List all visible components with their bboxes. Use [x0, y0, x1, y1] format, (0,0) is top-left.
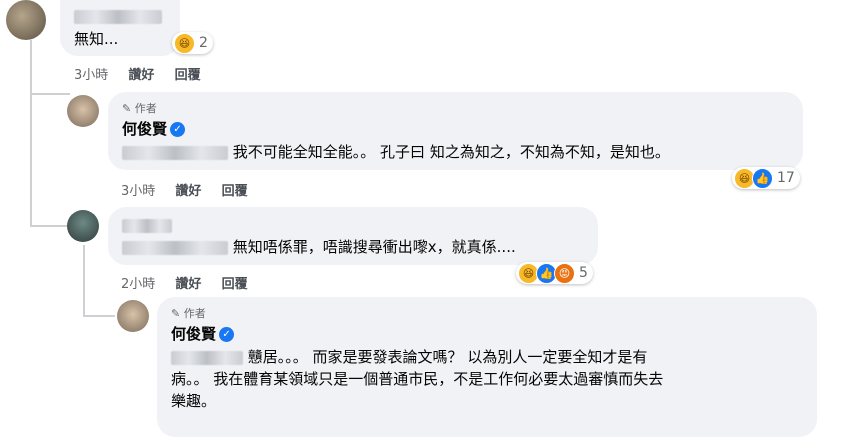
comment-bubble: 無知...: [60, 0, 180, 56]
commenter-name[interactable]: 何俊賢 ✓: [171, 323, 235, 344]
mention-blurred[interactable]: [122, 240, 228, 255]
commenter-name-blurred[interactable]: [122, 215, 172, 234]
thread-line: [30, 225, 70, 227]
reaction-summary[interactable]: 😆 👍 😡 5: [516, 262, 593, 284]
comment-text: 我不可能全知全能。。 孔子曰 知之為知之，不知為不知，是知也。: [122, 141, 670, 163]
comment-text-line: 病。。 我在體育某領域只是一個普通市民，不是工作何必要太過審慎而失去: [171, 370, 664, 388]
comment-text-line: 戇居。。。 而家是要發表論文嗎？ 以為別人一定要全知才是有: [171, 346, 663, 368]
thread-line: [83, 245, 85, 315]
comment-actions: 3小時 讚好 回覆: [121, 180, 264, 199]
verified-badge-icon: ✓: [219, 327, 235, 342]
thread-line: [30, 93, 70, 95]
verified-badge-icon: ✓: [170, 122, 186, 137]
thread-line: [30, 40, 32, 95]
timestamp[interactable]: 3小時: [74, 68, 108, 83]
reaction-count: 17: [777, 170, 795, 186]
angry-reaction-icon: 😡: [554, 262, 575, 284]
timestamp[interactable]: 3小時: [121, 184, 155, 199]
like-button[interactable]: 讚好: [175, 277, 201, 292]
thread-line: [83, 315, 115, 317]
avatar[interactable]: [6, 0, 46, 40]
thread-line: [30, 95, 32, 225]
comment-bubble: ✎ 作者 何俊賢 ✓ 我不可能全知全能。。 孔子曰 知之為知之，不知為不知，是知也…: [108, 92, 803, 170]
avatar[interactable]: [67, 95, 99, 127]
comment-actions: 3小時 讚好 回覆: [74, 64, 217, 83]
timestamp[interactable]: 2小時: [121, 277, 155, 292]
reaction-summary[interactable]: 😆 👍 17: [732, 167, 800, 189]
pencil-icon: ✎: [122, 102, 132, 115]
pencil-icon: ✎: [171, 307, 181, 320]
comment-text: 戇居。。。 而家是要發表論文嗎？ 以為別人一定要全知才是有 病。。 我在體育某領…: [171, 346, 663, 412]
comment-text: 無知唔係罪，唔識搜尋衝出嚟x，就真係....: [122, 236, 516, 258]
comment-bubble: ✎ 作者 何俊賢 ✓ 戇居。。。 而家是要發表論文嗎？ 以為別人一定要全知才是有 …: [157, 297, 817, 437]
comment-actions: 2小時 讚好 回覆: [121, 273, 264, 292]
reply-button[interactable]: 回覆: [222, 277, 248, 292]
comment-text-line: 樂趣。: [171, 392, 217, 410]
avatar[interactable]: [67, 210, 99, 242]
reply-button[interactable]: 回覆: [175, 68, 201, 83]
reaction-count: 5: [579, 265, 588, 281]
author-badge: ✎ 作者: [171, 307, 206, 320]
mention-blurred[interactable]: [122, 145, 228, 160]
like-button[interactable]: 讚好: [175, 184, 201, 199]
comment-bubble: 無知唔係罪，唔識搜尋衝出嚟x，就真係....: [108, 207, 598, 265]
like-button[interactable]: 讚好: [128, 68, 154, 83]
like-reaction-icon: 👍: [752, 167, 773, 189]
reply-button[interactable]: 回覆: [222, 184, 248, 199]
commenter-name[interactable]: 何俊賢 ✓: [122, 118, 186, 139]
avatar[interactable]: [117, 300, 149, 332]
haha-reaction-icon: 😆: [174, 32, 195, 54]
mention-blurred[interactable]: [171, 350, 243, 365]
reaction-count: 2: [199, 35, 208, 51]
commenter-name-blurred[interactable]: [74, 6, 162, 25]
reaction-summary[interactable]: 😆 2: [172, 32, 213, 54]
comment-text: 無知...: [74, 30, 119, 48]
author-badge: ✎ 作者: [122, 102, 157, 115]
